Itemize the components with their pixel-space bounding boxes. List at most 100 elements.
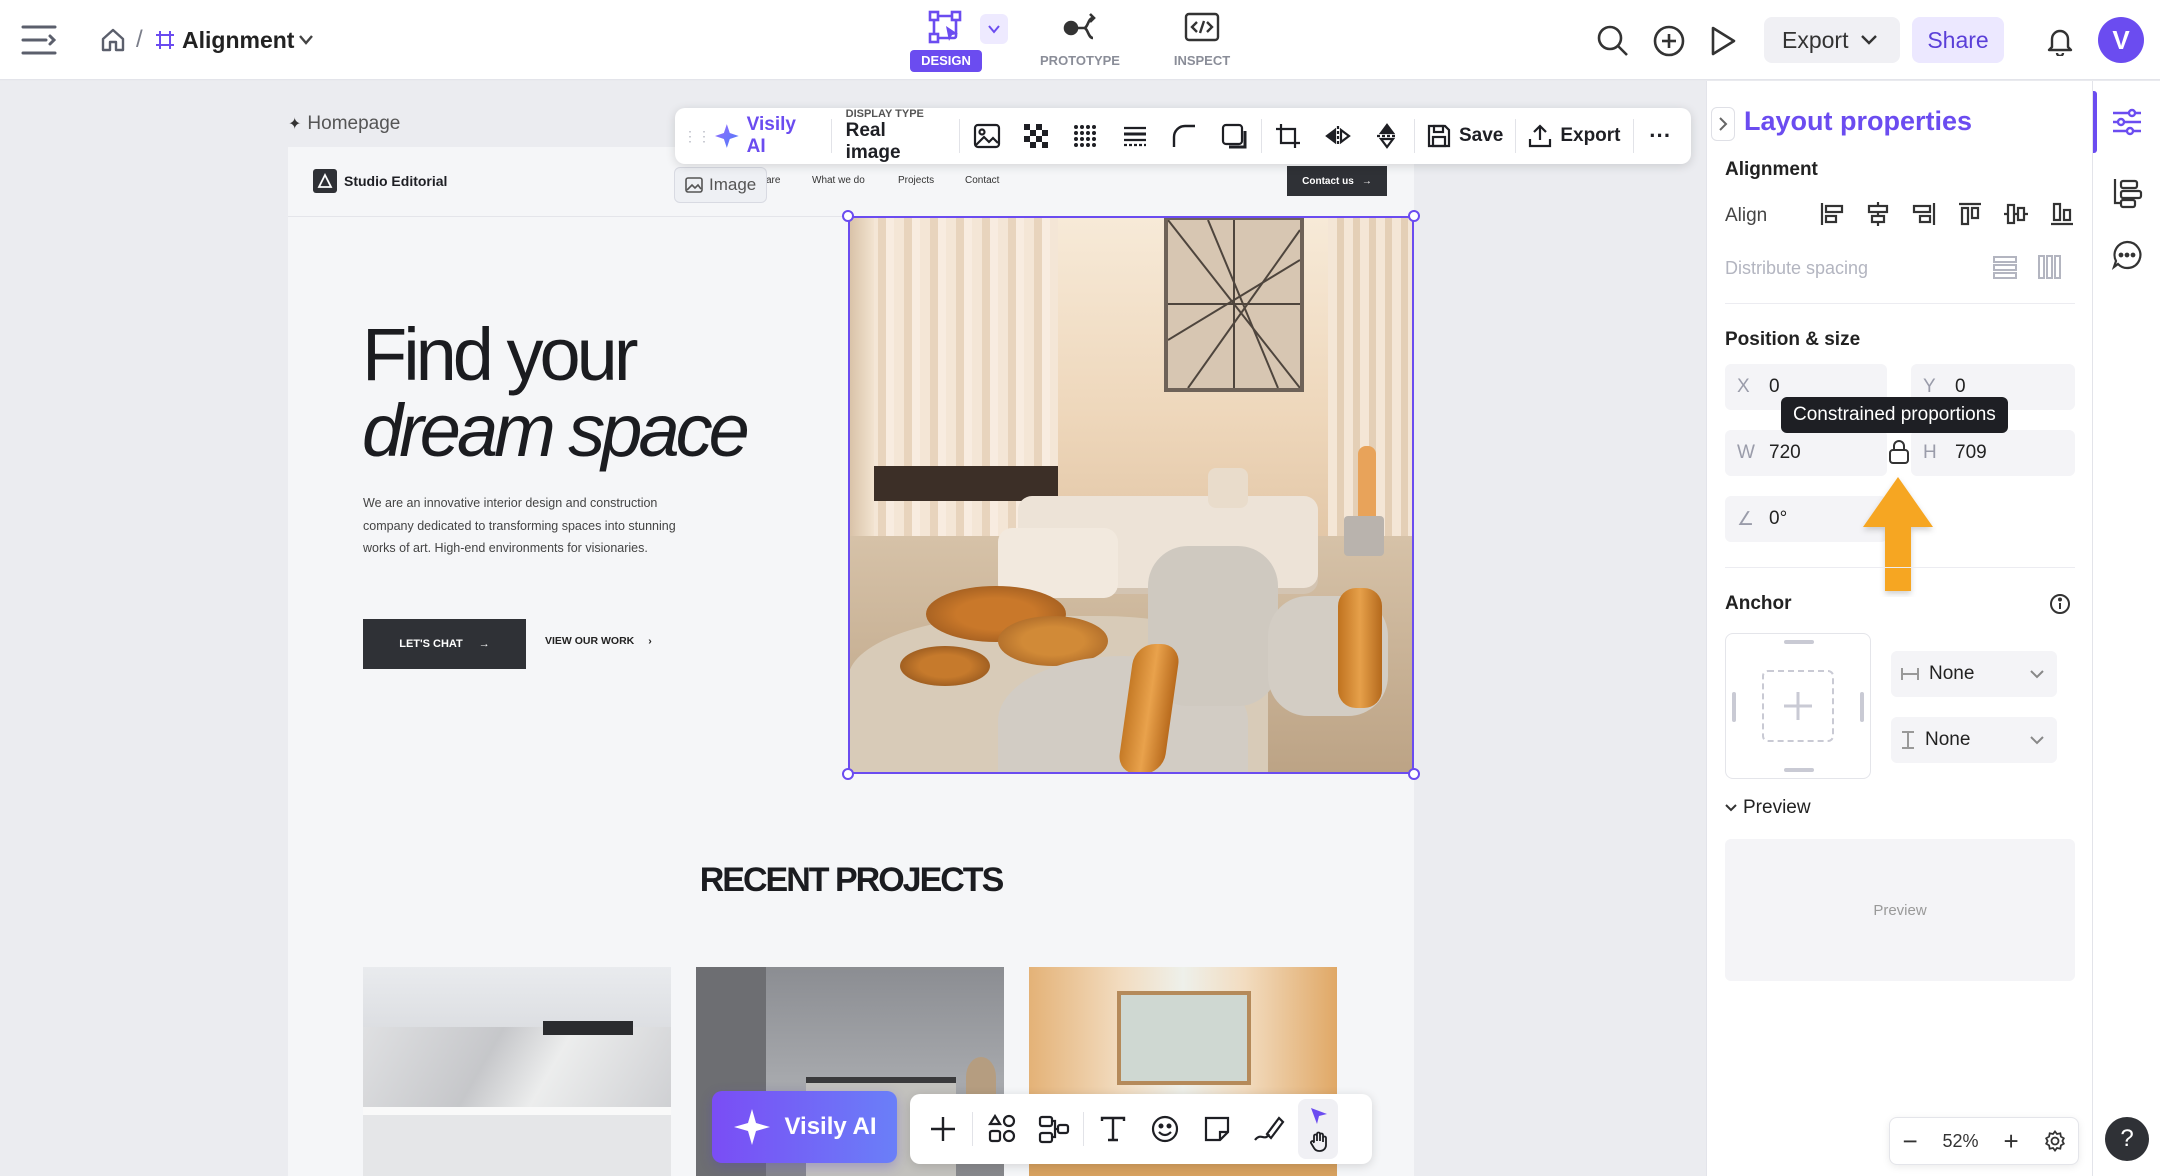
section-title[interactable]: RECENT PROJECTS bbox=[288, 861, 1414, 900]
chevron-down-icon[interactable] bbox=[298, 34, 314, 46]
comment-icon[interactable] bbox=[2111, 239, 2143, 271]
help-label: ? bbox=[2120, 1125, 2134, 1152]
height-field[interactable]: H 709 bbox=[1911, 430, 2075, 476]
pattern-icon[interactable] bbox=[1063, 113, 1108, 159]
visily-ai-button[interactable]: Visily AI bbox=[705, 114, 827, 158]
project-thumbnail-kitchen[interactable] bbox=[363, 967, 671, 1176]
resize-handle-bottom-right[interactable] bbox=[1408, 768, 1420, 780]
canvas[interactable]: ✦ Homepage Studio Editorial are What we … bbox=[0, 81, 1706, 1176]
right-rail: ? bbox=[2092, 81, 2160, 1176]
anchor-right[interactable] bbox=[1860, 692, 1864, 722]
search-icon[interactable] bbox=[1596, 24, 1630, 58]
resize-handle-bottom-left[interactable] bbox=[842, 768, 854, 780]
resize-handle-top-left[interactable] bbox=[842, 210, 854, 222]
menu-icon[interactable] bbox=[20, 22, 58, 58]
home-icon[interactable] bbox=[100, 27, 126, 53]
layers-icon[interactable] bbox=[2111, 177, 2143, 209]
flip-vertical-icon[interactable] bbox=[1365, 113, 1410, 159]
drag-handle-icon[interactable]: ⋮⋮ bbox=[683, 129, 711, 143]
anchor-center[interactable] bbox=[1762, 670, 1834, 742]
settings-icon[interactable] bbox=[2044, 1130, 2066, 1152]
anchor-bottom[interactable] bbox=[1784, 768, 1814, 772]
lock-icon[interactable] bbox=[1887, 439, 1911, 465]
anchor-horizontal-select[interactable]: None bbox=[1891, 651, 2057, 697]
add-circle-icon[interactable] bbox=[1652, 24, 1686, 58]
zoom-in-button[interactable]: + bbox=[2003, 1126, 2018, 1157]
avatar[interactable]: V bbox=[2098, 17, 2144, 63]
tab-design[interactable]: DESIGN bbox=[906, 6, 986, 72]
align-right-icon[interactable] bbox=[1905, 195, 1943, 233]
design-icon bbox=[928, 10, 964, 46]
flow-icon[interactable] bbox=[1031, 1106, 1077, 1152]
display-type-caption: DISPLAY TYPE bbox=[845, 108, 924, 120]
export-image-button[interactable]: Export bbox=[1520, 114, 1628, 158]
selection-box[interactable] bbox=[848, 216, 1414, 774]
resize-handle-top-right[interactable] bbox=[1408, 210, 1420, 222]
hand-icon[interactable] bbox=[1308, 1131, 1330, 1153]
distribute-vertical-icon[interactable] bbox=[1991, 253, 2019, 281]
nav-item-about[interactable]: are bbox=[766, 175, 780, 186]
anchor-top[interactable] bbox=[1784, 640, 1814, 644]
crop-icon[interactable] bbox=[1266, 113, 1311, 159]
share-button[interactable]: Share bbox=[1912, 17, 2004, 63]
export-button[interactable]: Export bbox=[1764, 17, 1900, 63]
help-button[interactable]: ? bbox=[2105, 1117, 2149, 1161]
anchor-vertical-select[interactable]: None bbox=[1891, 717, 2057, 763]
align-center-vertical-icon[interactable] bbox=[1997, 195, 2035, 233]
x-label: X bbox=[1737, 376, 1750, 397]
replace-image-icon[interactable] bbox=[964, 113, 1009, 159]
anchor-widget[interactable] bbox=[1725, 633, 1871, 779]
bottom-tool-bar bbox=[910, 1094, 1372, 1164]
chevron-down-icon bbox=[1861, 35, 1878, 45]
tab-inspect[interactable]: INSPECT bbox=[1152, 6, 1252, 72]
align-top-icon[interactable] bbox=[1951, 195, 1989, 233]
sliders-icon[interactable] bbox=[2111, 107, 2143, 137]
tab-prototype[interactable]: PROTOTYPE bbox=[1030, 6, 1130, 72]
visily-ai-floating-label: Visily AI bbox=[784, 1113, 877, 1140]
nav-item-projects[interactable]: Projects bbox=[898, 175, 934, 186]
hero-title[interactable]: Find your dream space bbox=[362, 317, 750, 469]
border-style-icon[interactable] bbox=[1112, 113, 1157, 159]
tab-inspect-label: INSPECT bbox=[1173, 53, 1231, 68]
contact-us-button[interactable]: Contact us → bbox=[1287, 166, 1387, 196]
save-button[interactable]: Save bbox=[1419, 114, 1511, 158]
hero-body[interactable]: We are an innovative interior design and… bbox=[363, 492, 693, 560]
visily-ai-floating-button[interactable]: Visily AI bbox=[712, 1091, 897, 1163]
info-icon[interactable] bbox=[2049, 593, 2071, 615]
nav-item-what-we-do[interactable]: What we do bbox=[812, 175, 865, 186]
brand-name[interactable]: Studio Editorial bbox=[344, 173, 447, 189]
frame-label[interactable]: ✦ Homepage bbox=[288, 113, 400, 135]
shadow-icon[interactable] bbox=[1211, 113, 1256, 159]
display-type-select[interactable]: DISPLAY TYPE Real image bbox=[836, 108, 955, 164]
add-icon[interactable] bbox=[920, 1106, 966, 1152]
export-image-label: Export bbox=[1560, 125, 1621, 146]
zoom-out-button[interactable]: − bbox=[1902, 1126, 1917, 1157]
align-bottom-icon[interactable] bbox=[2043, 195, 2081, 233]
sticky-note-icon[interactable] bbox=[1194, 1106, 1240, 1152]
bell-icon[interactable] bbox=[2046, 26, 2074, 56]
distribute-horizontal-icon[interactable] bbox=[2035, 253, 2063, 281]
nav-item-contact[interactable]: Contact bbox=[965, 175, 999, 186]
play-icon[interactable] bbox=[1708, 25, 1738, 57]
anchor-left[interactable] bbox=[1732, 692, 1736, 722]
lets-chat-button[interactable]: LET'S CHAT → bbox=[363, 619, 526, 669]
transparency-icon[interactable] bbox=[1013, 113, 1058, 159]
flip-horizontal-icon[interactable] bbox=[1315, 113, 1360, 159]
preview-toggle[interactable]: Preview bbox=[1725, 797, 1811, 819]
file-name[interactable]: Alignment bbox=[182, 27, 294, 54]
corner-radius-icon[interactable] bbox=[1162, 113, 1207, 159]
collapse-panel-button[interactable] bbox=[1711, 107, 1735, 141]
cursor-icon[interactable] bbox=[1308, 1105, 1330, 1127]
align-left-icon[interactable] bbox=[1813, 195, 1851, 233]
view-our-work-link[interactable]: VIEW OUR WORK › bbox=[545, 635, 652, 647]
design-dropdown-button[interactable] bbox=[980, 14, 1008, 44]
more-icon[interactable]: ··· bbox=[1638, 113, 1683, 159]
align-center-horizontal-icon[interactable] bbox=[1859, 195, 1897, 233]
components-icon[interactable] bbox=[979, 1106, 1025, 1152]
h-label: H bbox=[1923, 442, 1937, 463]
emoji-icon[interactable] bbox=[1142, 1106, 1188, 1152]
zoom-value[interactable]: 52% bbox=[1943, 1131, 1979, 1152]
draw-tool-icon[interactable] bbox=[1246, 1106, 1292, 1152]
width-field[interactable]: W 720 bbox=[1725, 430, 1887, 476]
text-tool-icon[interactable] bbox=[1090, 1106, 1136, 1152]
